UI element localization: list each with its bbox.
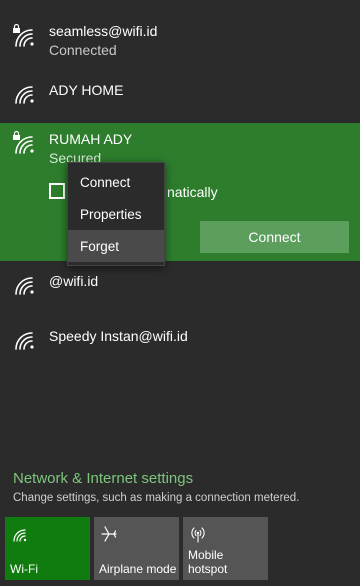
airplane-mode-tile[interactable]: Airplane mode	[94, 517, 179, 580]
tile-label: Wi-Fi	[10, 562, 38, 576]
network-item-ady-home[interactable]: ADY HOME	[0, 68, 360, 120]
wifi-icon	[12, 79, 38, 105]
menu-item-forget[interactable]: Forget	[68, 230, 164, 262]
wifi-icon	[12, 325, 38, 351]
connect-automatically-checkbox[interactable]	[49, 183, 65, 199]
network-status: Connected	[49, 42, 117, 58]
wifi-icon	[12, 270, 38, 296]
wifi-icon	[11, 525, 29, 543]
tile-label: Airplane mode	[99, 562, 177, 576]
airplane-icon	[100, 525, 118, 543]
connect-button[interactable]: Connect	[200, 221, 349, 253]
network-ssid: seamless@wifi.id	[49, 23, 158, 39]
network-item-seamless[interactable]: seamless@wifi.id Connected	[0, 0, 360, 68]
tile-label: Mobile hotspot	[188, 548, 228, 576]
network-item-wifi-id[interactable]: @wifi.id	[0, 263, 360, 307]
network-ssid: @wifi.id	[49, 273, 99, 289]
network-settings-link[interactable]: Network & Internet settings	[13, 470, 193, 487]
network-item-speedy[interactable]: Speedy Instan@wifi.id	[0, 314, 360, 358]
network-settings-description: Change settings, such as making a connec…	[13, 492, 300, 504]
network-flyout: seamless@wifi.id Connected ADY HOME RUMA…	[0, 0, 360, 586]
menu-item-connect[interactable]: Connect	[68, 166, 164, 198]
menu-item-properties[interactable]: Properties	[68, 198, 164, 230]
hotspot-icon	[189, 525, 207, 543]
mobile-hotspot-tile[interactable]: Mobile hotspot	[183, 517, 268, 580]
network-ssid: Speedy Instan@wifi.id	[49, 328, 188, 344]
network-ssid: ADY HOME	[49, 82, 124, 98]
wifi-secured-icon	[12, 22, 38, 48]
network-context-menu: Connect Properties Forget	[67, 162, 165, 266]
connect-automatically-label: natically	[167, 184, 218, 200]
wifi-toggle-tile[interactable]: Wi-Fi	[5, 517, 90, 580]
wifi-secured-icon	[12, 129, 38, 155]
network-ssid: RUMAH ADY	[49, 131, 133, 147]
